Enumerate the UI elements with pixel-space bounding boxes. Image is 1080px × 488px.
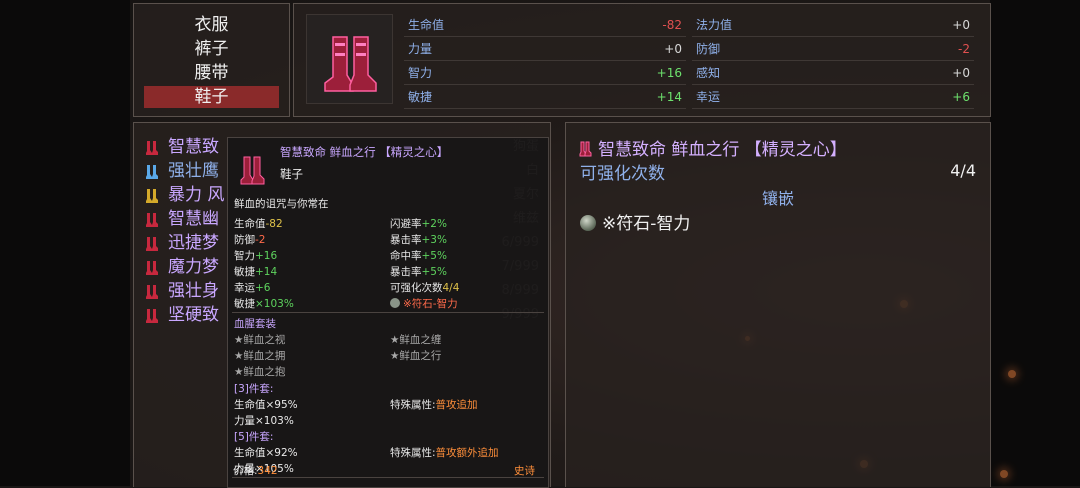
boot-red-icon	[144, 211, 162, 227]
stat-strength: 力量 +0	[404, 38, 686, 61]
tooltip-boot-icon	[236, 154, 270, 191]
tooltip-rune: ※符石-智力	[390, 296, 458, 311]
stat-perception: 感知 +0	[692, 62, 974, 85]
ember-particle	[1008, 370, 1016, 378]
stat-hp: 生命值 -82	[404, 14, 686, 37]
letterbox-right	[990, 0, 1080, 486]
category-shoes[interactable]: 鞋子	[144, 86, 279, 108]
tooltip-stat-luck: 幸运+6	[234, 282, 271, 294]
category-clothes[interactable]: 衣服	[144, 14, 279, 36]
tooltip-flavor: 鲜血的诅咒与你常在	[234, 198, 329, 210]
socket-rune[interactable]: ※符石-智力	[580, 209, 690, 234]
boot-red-icon	[144, 283, 162, 299]
tooltip-price: 价格:342	[233, 465, 278, 477]
boot-green-icon	[144, 187, 162, 203]
list-item-name: 智慧致	[168, 137, 219, 157]
list-item-name: 迅捷梦	[168, 233, 219, 253]
tooltip-stat-hit: 命中率+5%	[390, 250, 447, 262]
category-belt[interactable]: 腰带	[144, 62, 279, 84]
boot-red-icon	[144, 235, 162, 251]
boot-icon	[578, 141, 594, 157]
tooltip-stat-defense: 防御-2	[234, 234, 266, 246]
tooltip-stat-agi: 敏捷+14	[234, 266, 278, 278]
rune-icon	[390, 298, 400, 308]
list-item-name: 暴力 风	[168, 185, 225, 205]
tooltip-type: 鞋子	[280, 167, 303, 181]
rune-icon	[580, 215, 596, 231]
item-tooltip: 智慧致命 鲜血之行 【精灵之心】 鞋子 鲜血的诅咒与你常在 生命值-82 防御-…	[227, 137, 549, 488]
list-item-name: 强壮鹰	[168, 161, 219, 181]
stat-intelligence: 智力 +16	[404, 62, 686, 85]
equipped-boot-icon	[306, 14, 393, 104]
set3-special: 特殊属性:普攻追加	[390, 399, 478, 411]
reinforce-count: 4/4	[950, 161, 976, 180]
boot-red-icon	[144, 139, 162, 155]
category-menu: 衣服 裤子 腰带 鞋子	[133, 3, 290, 117]
tooltip-rarity: 史诗	[514, 465, 535, 477]
set5-title: [5]件套:	[234, 431, 274, 443]
tooltip-stat-evade: 闪避率+2%	[390, 218, 447, 230]
tooltip-divider	[232, 477, 544, 478]
tooltip-stat-crit2: 暴击率+5%	[390, 266, 447, 278]
stat-agility: 敏捷 +14	[404, 86, 686, 109]
equipped-stats-panel: 生命值 -82 力量 +0 智力 +16 敏捷 +14 法力值 +0 防御 -2 感知 +0 …	[293, 3, 991, 117]
set-title: 血腥套装	[234, 318, 276, 330]
set5-hp: 生命值×92%	[234, 447, 298, 459]
stat-defense: 防御 -2	[692, 38, 974, 61]
boot-red-icon	[144, 307, 162, 323]
set-piece: ★鲜血之行	[390, 350, 442, 362]
list-item-name: 魔力梦	[168, 257, 219, 277]
reinforce-label: 可强化次数	[580, 164, 665, 184]
list-item-name: 坚硬致	[168, 305, 219, 325]
tooltip-stat-hp: 生命值-82	[234, 218, 283, 230]
list-item-name: 强壮身	[168, 281, 219, 301]
stat-luck: 幸运 +6	[692, 86, 974, 109]
list-item-name: 智慧幽	[168, 209, 219, 229]
set-piece: ★鲜血之视	[234, 334, 286, 346]
ember-particle	[1000, 470, 1008, 478]
tooltip-divider	[232, 312, 544, 313]
set-piece: ★鲜血之抱	[234, 366, 286, 378]
tooltip-title: 智慧致命 鲜血之行 【精灵之心】	[280, 145, 449, 159]
socket-label: 镶嵌	[761, 189, 794, 208]
set-piece: ★鲜血之缠	[390, 334, 442, 346]
set3-hp: 生命值×95%	[234, 399, 298, 411]
stat-mp: 法力值 +0	[692, 14, 974, 37]
set5-special: 特殊属性:普攻额外追加	[390, 447, 499, 459]
set-piece: ★鲜血之拥	[234, 350, 286, 362]
tooltip-stat-crit: 暴击率+3%	[390, 234, 447, 246]
set3-str: 力量×103%	[234, 415, 294, 427]
tooltip-stat-agi-pct: 敏捷×103%	[234, 298, 294, 310]
category-pants[interactable]: 裤子	[144, 38, 279, 60]
boot-blue-icon	[144, 163, 162, 179]
detail-title: 智慧致命 鲜血之行 【精灵之心】	[578, 135, 847, 160]
item-detail-panel: 智慧致命 鲜血之行 【精灵之心】 可强化次数 4/4 镶嵌 ※符石-智力	[565, 122, 991, 487]
tooltip-stat-reinforce: 可强化次数4/4	[390, 282, 460, 294]
set3-title: [3]件套:	[234, 383, 274, 395]
boot-red-icon	[144, 259, 162, 275]
letterbox-left	[0, 0, 130, 486]
tooltip-stat-int: 智力+16	[234, 250, 278, 262]
